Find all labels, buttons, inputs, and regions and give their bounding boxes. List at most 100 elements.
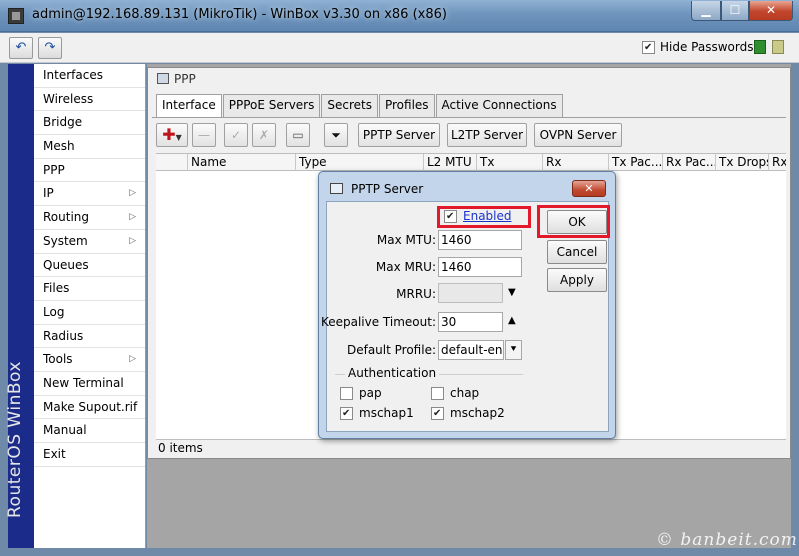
sidebar-item-label: Tools — [43, 352, 73, 367]
pap-checkbox[interactable] — [340, 387, 353, 400]
column-l2mtu[interactable]: L2 MTU — [423, 154, 476, 171]
mrru-expand-icon[interactable]: ▼ — [508, 287, 516, 298]
remove-icon[interactable]: — — [192, 123, 216, 147]
submenu-arrow-icon: ▷ — [129, 235, 136, 246]
sidebar-item-label: Radius — [43, 328, 84, 343]
enable-icon[interactable]: ✓ — [224, 123, 248, 147]
column-tx-packets[interactable]: Tx Pac... — [608, 154, 662, 171]
chap-checkbox[interactable] — [431, 387, 444, 400]
authentication-separator-left — [335, 374, 345, 375]
dialog-body: Enabled Max MTU: 1460 Max MRU: 1460 MRRU… — [321, 201, 610, 432]
sidebar-item-mesh[interactable]: Mesh — [34, 135, 145, 159]
mrru-label: MRRU: — [396, 287, 436, 301]
secure-lock-icon — [754, 40, 766, 54]
filter-icon[interactable]: ⏷ — [324, 123, 348, 147]
apply-button[interactable]: Apply — [547, 268, 607, 292]
sidebar-item-label: Routing — [43, 210, 90, 225]
mschap1-label: mschap1 — [359, 406, 414, 420]
winbox-app-icon — [8, 8, 24, 24]
sidebar-item-label: System — [43, 233, 88, 248]
minimize-button[interactable]: ▁ — [691, 1, 721, 21]
sidebar-item-system[interactable]: System ▷ — [34, 230, 145, 254]
mrru-input[interactable] — [438, 283, 503, 303]
routeros-winbox-brand: RouterOS WinBox — [5, 64, 34, 548]
submenu-arrow-icon: ▷ — [129, 354, 136, 365]
cancel-button[interactable]: Cancel — [547, 240, 607, 264]
sidebar-item-bridge[interactable]: Bridge — [34, 111, 145, 136]
disable-icon[interactable]: ✗ — [252, 123, 276, 147]
interface-table-header: Name Type L2 MTU Tx Rx Tx Pac... Rx Pac.… — [156, 153, 786, 171]
ppp-window-title: PPP — [148, 68, 790, 90]
sidebar-item-label: Wireless — [43, 91, 94, 106]
tab-profiles[interactable]: Profiles — [378, 94, 435, 117]
max-mru-input[interactable]: 1460 — [438, 257, 522, 277]
sidebar-item-label: Queues — [43, 257, 89, 272]
brand-text: RouterOS WinBox — [5, 361, 25, 518]
ovpn-server-button[interactable]: OVPN Server — [534, 123, 622, 147]
column-rx[interactable]: Rx — [542, 154, 608, 171]
authentication-separator — [439, 374, 523, 375]
tab-active-connections[interactable]: Active Connections — [435, 94, 563, 117]
sidebar-item-tools[interactable]: Tools ▷ — [34, 348, 145, 372]
enabled-checkbox[interactable] — [444, 210, 457, 223]
chap-label: chap — [450, 386, 480, 400]
enabled-label[interactable]: Enabled — [463, 209, 512, 223]
ok-button[interactable]: OK — [547, 210, 607, 234]
add-icon[interactable]: ✚▼ — [156, 123, 188, 147]
authentication-label: Authentication — [348, 366, 437, 380]
keepalive-timeout-label: Keepalive Timeout: — [320, 315, 436, 329]
default-profile-label: Default Profile: — [346, 343, 436, 357]
sidebar-item-label: New Terminal — [43, 375, 124, 390]
sidebar-item-ip[interactable]: IP ▷ — [34, 182, 145, 207]
column-name[interactable]: Name — [187, 154, 295, 171]
sidebar-item-log[interactable]: Log — [34, 301, 145, 325]
close-button[interactable]: ✕ — [749, 1, 793, 21]
default-profile-select[interactable]: default-encr — [438, 340, 504, 360]
keepalive-collapse-icon[interactable]: ▲ — [508, 315, 516, 326]
pptp-server-button[interactable]: PPTP Server — [358, 123, 440, 147]
ppp-title-text: PPP — [174, 72, 196, 86]
sidebar-item-queues[interactable]: Queues — [34, 254, 145, 278]
mschap1-checkbox[interactable] — [340, 407, 353, 420]
hide-passwords-label: Hide Passwords — [660, 40, 754, 54]
maximize-button[interactable]: ☐ — [721, 1, 749, 21]
sidebar-item-manual[interactable]: Manual — [34, 419, 145, 443]
window-title: admin@192.168.89.131 (MikroTik) - WinBox… — [32, 7, 447, 22]
redo-button[interactable]: ↷ — [38, 37, 62, 59]
column-type[interactable]: Type — [295, 154, 423, 171]
mschap2-checkbox[interactable] — [431, 407, 444, 420]
main-toolbar: ↶ ↷ Hide Passwords — [0, 33, 799, 63]
undo-button[interactable]: ↶ — [9, 37, 33, 59]
tab-pppoe-servers[interactable]: PPPoE Servers — [222, 94, 321, 117]
sidebar-item-label: Exit — [43, 447, 66, 461]
keepalive-timeout-input[interactable]: 30 — [438, 312, 503, 332]
column-tx-drops[interactable]: Tx Drops — [715, 154, 768, 171]
dialog-title: PPTP Server — [351, 182, 424, 196]
hide-passwords-option[interactable]: Hide Passwords — [642, 40, 753, 54]
column-flags[interactable] — [156, 154, 187, 171]
l2tp-server-button[interactable]: L2TP Server — [447, 123, 527, 147]
dialog-window-icon — [330, 183, 343, 194]
sidebar-item-ppp[interactable]: PPP — [34, 159, 145, 183]
profile-dropdown-icon[interactable]: ⯆ — [505, 340, 522, 360]
comment-icon[interactable]: ▭ — [286, 123, 310, 147]
tab-secrets[interactable]: Secrets — [321, 94, 378, 117]
dialog-close-button[interactable]: ✕ — [572, 180, 606, 197]
sidebar-item-new-terminal[interactable]: New Terminal — [34, 372, 145, 396]
hide-passwords-checkbox[interactable] — [642, 40, 655, 54]
sidebar-item-label: Make Supout.rif — [43, 399, 138, 414]
sidebar-item-interfaces[interactable]: Interfaces — [34, 64, 145, 88]
tab-interface[interactable]: Interface — [156, 94, 222, 118]
sidebar-item-wireless[interactable]: Wireless — [34, 88, 145, 112]
sidebar-item-exit[interactable]: Exit — [34, 443, 145, 467]
submenu-arrow-icon: ▷ — [129, 188, 136, 199]
sidebar-item-files[interactable]: Files — [34, 277, 145, 301]
column-rx-packets[interactable]: Rx Pac... — [662, 154, 715, 171]
column-tx[interactable]: Tx — [476, 154, 542, 171]
sidebar-item-make-supout-rif[interactable]: Make Supout.rif — [34, 396, 145, 420]
column-rx-drops[interactable]: Rx — [768, 154, 786, 171]
sidebar-item-radius[interactable]: Radius — [34, 325, 145, 349]
title-bar: admin@192.168.89.131 (MikroTik) - WinBox… — [0, 0, 799, 32]
sidebar-item-routing[interactable]: Routing ▷ — [34, 206, 145, 230]
max-mtu-input[interactable]: 1460 — [438, 230, 522, 250]
